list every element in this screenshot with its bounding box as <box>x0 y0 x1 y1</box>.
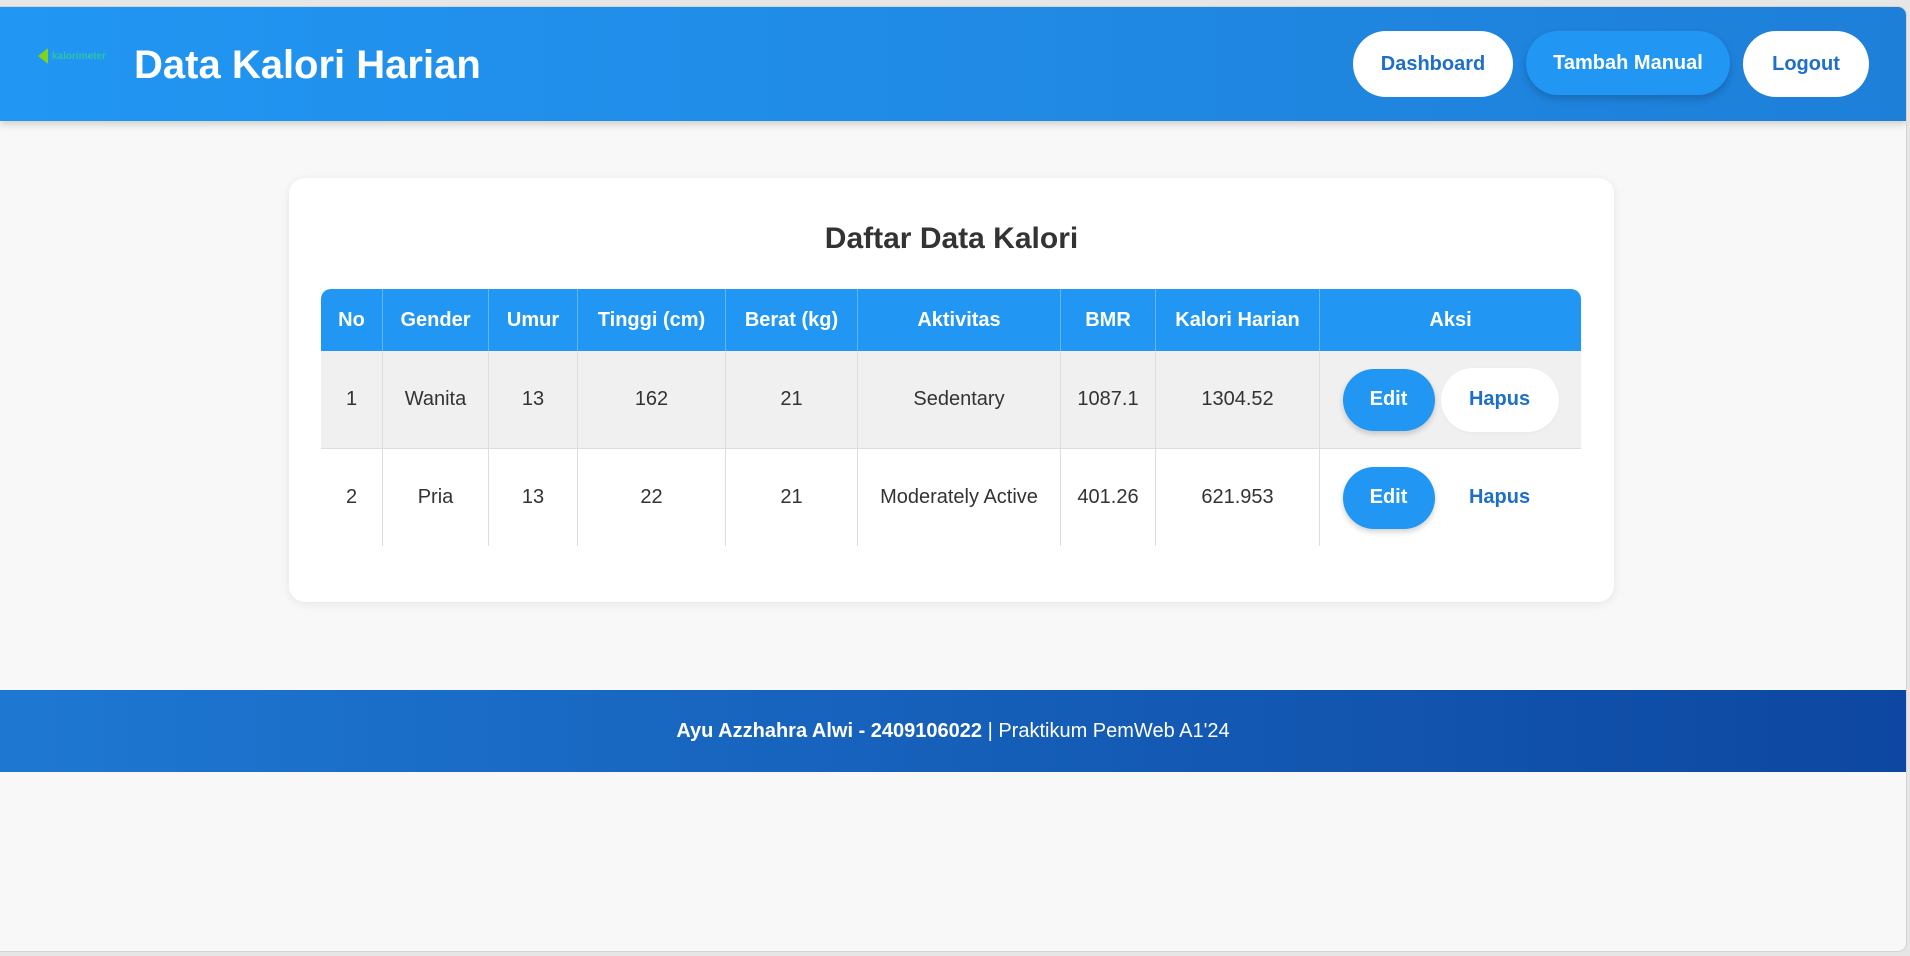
kalori-table: No Gender Umur Tinggi (cm) Berat (kg) Ak… <box>321 289 1581 546</box>
column-header-no: No <box>321 289 383 351</box>
data-card: Daftar Data Kalori No Gender Umur Tinggi… <box>289 178 1614 602</box>
page-footer: Ayu Azzhahra Alwi - 2409106022 | Praktik… <box>0 690 1906 772</box>
column-header-tinggi: Tinggi (cm) <box>578 289 726 351</box>
tambah-manual-button[interactable]: Tambah Manual <box>1526 31 1730 95</box>
cell-no: 1 <box>321 351 383 449</box>
cell-berat: 21 <box>726 351 858 449</box>
cell-berat: 21 <box>726 449 858 546</box>
page-title: Data Kalori Harian <box>134 43 481 87</box>
cell-aktivitas: Sedentary <box>858 351 1061 449</box>
column-header-gender: Gender <box>383 289 489 351</box>
hapus-button[interactable]: Hapus <box>1440 367 1559 432</box>
table-body: 1 Wanita 13 162 21 Sedentary 1087.1 1304… <box>321 351 1581 546</box>
column-header-kalori: Kalori Harian <box>1156 289 1320 351</box>
app-window: kalorimeter Data Kalori Harian Dashboard… <box>0 7 1906 951</box>
logo[interactable]: kalorimeter <box>38 47 120 65</box>
footer-course: Praktikum PemWeb A1'24 <box>998 719 1230 742</box>
column-header-berat: Berat (kg) <box>726 289 858 351</box>
edit-button[interactable]: Edit <box>1342 368 1435 431</box>
cell-gender: Pria <box>383 449 489 546</box>
cell-aksi: Edit Hapus <box>1320 351 1581 449</box>
cell-gender: Wanita <box>383 351 489 449</box>
cell-tinggi: 162 <box>578 351 726 449</box>
dashboard-button[interactable]: Dashboard <box>1353 31 1513 97</box>
row-actions: Edit Hapus <box>1320 367 1581 432</box>
footer-separator: | <box>982 719 999 742</box>
cell-aksi: Edit Hapus <box>1320 449 1581 546</box>
cell-umur: 13 <box>489 351 578 449</box>
column-header-umur: Umur <box>489 289 578 351</box>
logout-button[interactable]: Logout <box>1743 31 1869 97</box>
header-nav: Dashboard Tambah Manual Logout <box>1353 31 1869 97</box>
table-row: 2 Pria 13 22 21 Moderately Active 401.26… <box>321 449 1581 546</box>
cell-bmr: 401.26 <box>1061 449 1156 546</box>
cell-kalori: 1304.52 <box>1156 351 1320 449</box>
cell-bmr: 1087.1 <box>1061 351 1156 449</box>
cell-aktivitas: Moderately Active <box>858 449 1061 546</box>
column-header-aktivitas: Aktivitas <box>858 289 1061 351</box>
footer-author: Ayu Azzhahra Alwi - 2409106022 <box>676 719 983 742</box>
table-row: 1 Wanita 13 162 21 Sedentary 1087.1 1304… <box>321 351 1581 449</box>
edit-button[interactable]: Edit <box>1342 466 1435 529</box>
column-header-aksi: Aksi <box>1320 289 1581 351</box>
table-header: No Gender Umur Tinggi (cm) Berat (kg) Ak… <box>321 289 1581 351</box>
card-title: Daftar Data Kalori <box>824 222 1079 255</box>
cell-no: 2 <box>321 449 383 546</box>
chevron-left-icon <box>38 48 48 64</box>
logo-text: kalorimeter <box>52 50 106 62</box>
column-header-bmr: BMR <box>1061 289 1156 351</box>
hapus-button[interactable]: Hapus <box>1440 465 1559 530</box>
cell-umur: 13 <box>489 449 578 546</box>
cell-tinggi: 22 <box>578 449 726 546</box>
top-header: kalorimeter Data Kalori Harian Dashboard… <box>0 7 1906 121</box>
cell-kalori: 621.953 <box>1156 449 1320 546</box>
row-actions: Edit Hapus <box>1320 465 1581 530</box>
